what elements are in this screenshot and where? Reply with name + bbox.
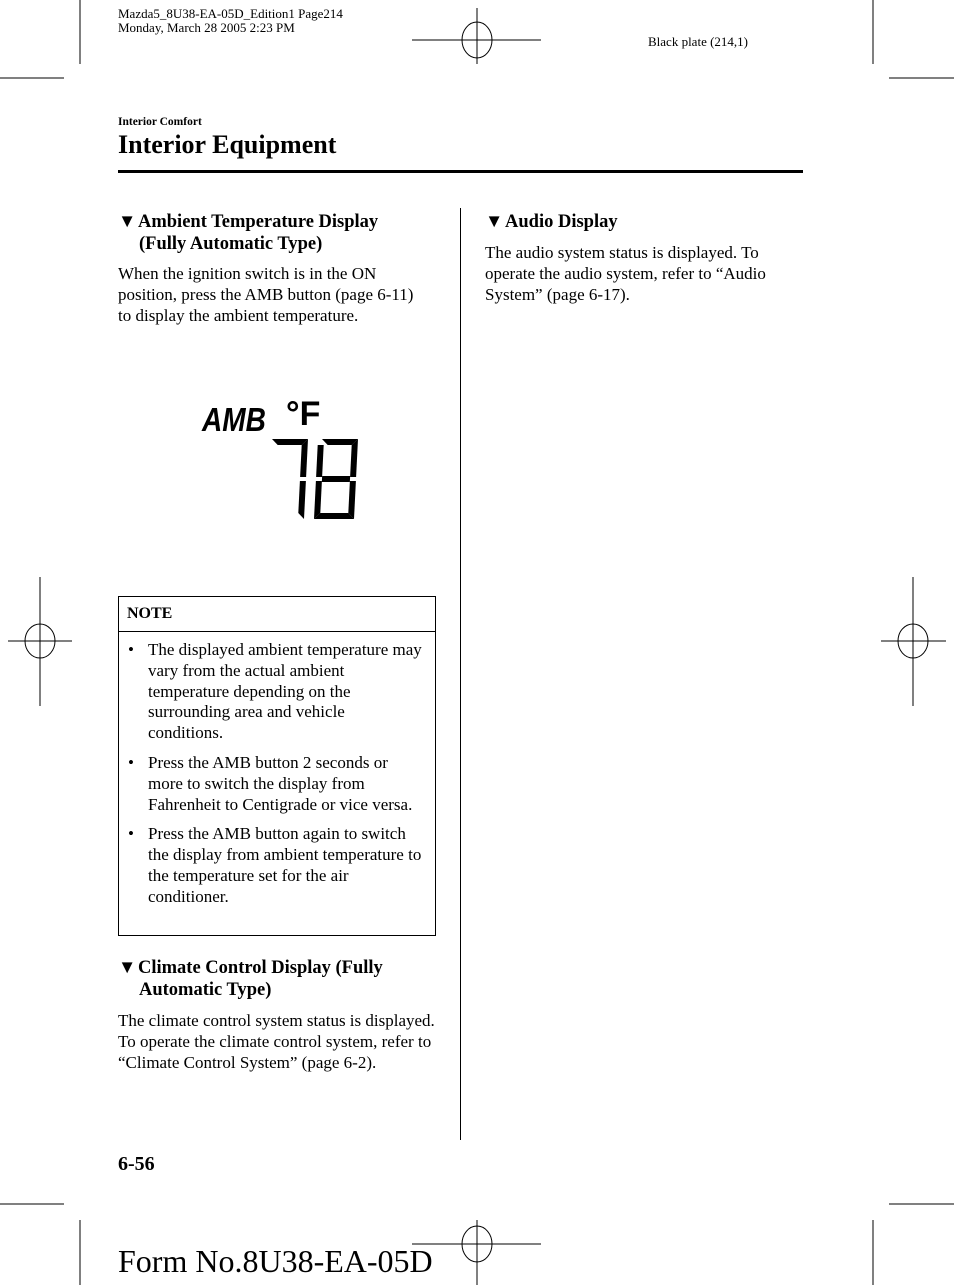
note-item: Press the AMB button again to switch the…	[119, 824, 423, 907]
digit-segment	[322, 439, 358, 445]
heading-line: (Fully Automatic Type)	[139, 234, 323, 254]
audio-heading: ▼Audio Display	[485, 211, 803, 233]
note-item: The displayed ambient temperature may va…	[119, 640, 423, 744]
fahrenheit-unit: °F	[286, 395, 321, 433]
page-title: Interior Equipment	[118, 130, 337, 159]
digit-segment	[272, 439, 308, 445]
triangle-icon: ▼	[485, 212, 504, 232]
note-title: NOTE	[119, 597, 435, 632]
ambient-display-figure: AMB °F	[200, 395, 360, 525]
title-rule	[118, 170, 803, 173]
column-divider	[460, 208, 461, 1140]
file-line: Mazda5_8U38-EA-05D_Edition1 Page214	[118, 6, 343, 21]
date-line: Monday, March 28 2005 2:23 PM	[118, 20, 295, 35]
temperature-digits	[272, 439, 358, 519]
climate-text: The climate control system status is dis…	[118, 1011, 435, 1072]
audio-text: The audio system status is displayed. To…	[485, 243, 766, 304]
triangle-icon: ▼	[118, 212, 137, 232]
note-item: Press the AMB button 2 seconds or more t…	[119, 753, 423, 815]
form-number: Form No.8U38-EA-05D	[118, 1243, 433, 1279]
heading-line: Ambient Temperature Display	[138, 212, 379, 232]
triangle-icon: ▼	[118, 958, 137, 978]
plate-label: Black plate (214,1)	[648, 34, 748, 49]
digit-segment	[321, 476, 351, 482]
digit-segment	[316, 445, 324, 477]
digit-segment	[348, 481, 356, 519]
file-info: Mazda5_8U38-EA-05D_Edition1 Page214 Mond…	[118, 7, 343, 35]
digit-segment	[298, 481, 306, 519]
digit-segment	[314, 513, 354, 519]
ambient-text: When the ignition switch is in the ON po…	[118, 264, 414, 325]
climate-heading: ▼Climate Control Display (Fully Automatic…	[118, 957, 436, 1001]
amb-label: AMB	[202, 401, 266, 438]
note-list: The displayed ambient temperature may va…	[119, 640, 435, 908]
note-box: NOTE The displayed ambient temperature m…	[118, 596, 436, 936]
manual-page: Mazda5_8U38-EA-05D_Edition1 Page214 Mond…	[0, 0, 954, 1285]
page-number: 6-56	[118, 1153, 155, 1175]
heading-line: Audio Display	[505, 212, 618, 232]
section-category: Interior Comfort	[118, 116, 202, 128]
ambient-heading: ▼Ambient Temperature Display (Fully Autom…	[118, 211, 436, 255]
heading-line: Automatic Type)	[139, 980, 272, 1000]
heading-line: Climate Control Display (Fully	[138, 958, 383, 978]
